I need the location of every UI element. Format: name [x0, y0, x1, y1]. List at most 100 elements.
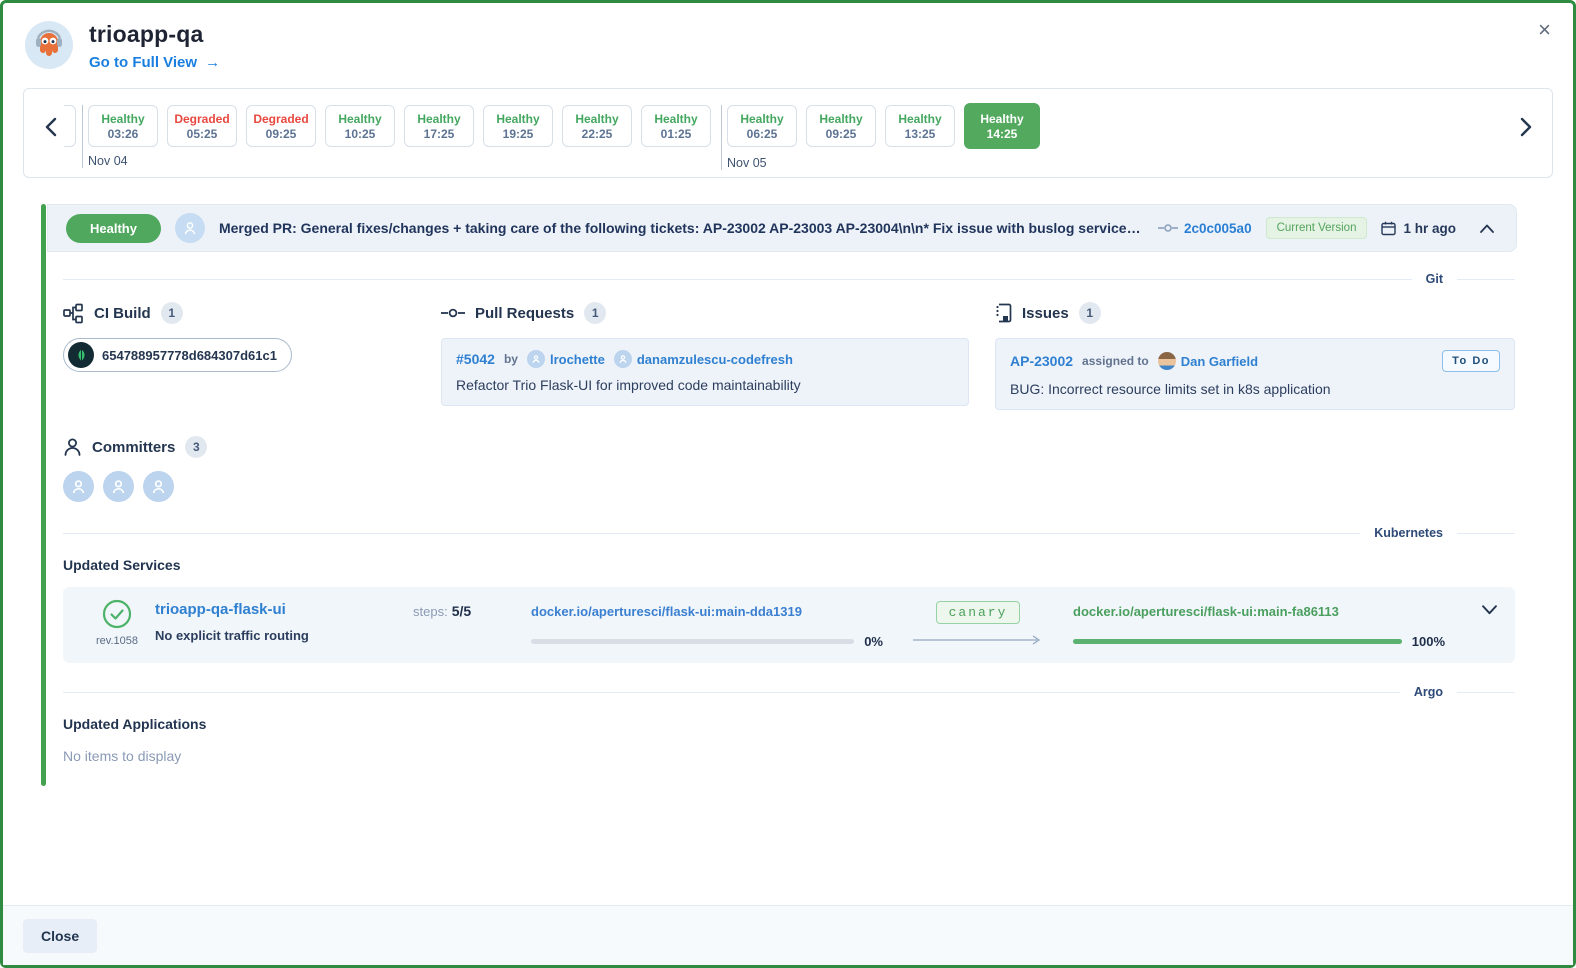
assignee-link[interactable]: Dan Garfield [1158, 352, 1258, 370]
commit-icon [441, 307, 465, 319]
empty-state-text: No items to display [63, 748, 1515, 764]
issues-section: Issues 1 AP-23002 assigned to Dan Garfie… [995, 302, 1515, 410]
committer-avatar [175, 213, 205, 243]
user-icon [150, 478, 167, 495]
chevron-up-icon [1480, 224, 1494, 233]
canary-strategy-badge: canary [936, 601, 1021, 624]
pipeline-icon [63, 303, 84, 324]
current-version-badge: Current Version [1266, 217, 1368, 239]
issues-count: 1 [1079, 302, 1101, 324]
timeline-prev-button[interactable] [38, 115, 62, 139]
user-icon [110, 478, 127, 495]
argo-section-label: Argo [1414, 685, 1443, 699]
updated-services-heading: Updated Services [63, 557, 1515, 573]
author-avatar [614, 350, 632, 368]
commit-message: Merged PR: General fixes/changes + takin… [219, 220, 1144, 236]
commit-hash-link[interactable]: 2c0c005a0 [1184, 221, 1252, 236]
ci-build-chip[interactable]: 654788957778d684307d61c1 [63, 338, 292, 372]
issues-label: Issues [1022, 305, 1069, 322]
from-progress-percent: 0% [864, 634, 883, 649]
user-icon [182, 220, 198, 236]
close-icon[interactable]: × [1538, 19, 1551, 41]
chevron-right-icon [1520, 117, 1533, 137]
timeline-status-card[interactable]: Healthy 22:25 [562, 105, 632, 147]
kubernetes-section-divider: Kubernetes [63, 526, 1515, 540]
timeline-status-card[interactable]: Healthy 06:25 [727, 105, 797, 147]
timeline-status-card[interactable]: Healthy 03:26 [88, 105, 158, 147]
health-status-badge: Healthy [66, 214, 161, 243]
timeline-status-card[interactable]: Degraded 09:25 [246, 105, 316, 147]
chevron-down-icon [1482, 605, 1497, 615]
service-expand-button[interactable] [1482, 599, 1497, 615]
committer-avatar[interactable] [143, 471, 174, 502]
timeline-status-card[interactable]: Healthy 19:25 [483, 105, 553, 147]
release-status-bar: Healthy Merged PR: General fixes/changes… [47, 204, 1517, 252]
from-image-link[interactable]: docker.io/aperturesci/flask-ui:main-dda1… [531, 604, 802, 619]
timeline-status-card[interactable]: Healthy 17:25 [404, 105, 474, 147]
timeline-status-card[interactable]: Healthy 13:25 [885, 105, 955, 147]
user-icon [70, 478, 87, 495]
timeline-group-nov04: Healthy 03:26 Degraded 05:25 Degraded 09… [82, 105, 711, 168]
service-routing: No explicit traffic routing [155, 628, 413, 643]
committer-avatar[interactable] [63, 471, 94, 502]
full-view-link[interactable]: Go to Full View → [89, 54, 220, 71]
committers-count: 3 [185, 436, 207, 458]
timeline-next-button[interactable] [1514, 115, 1538, 139]
codefresh-logo-icon [68, 342, 94, 368]
timeline-status-card[interactable]: Degraded 05:25 [167, 105, 237, 147]
kubernetes-section-label: Kubernetes [1374, 526, 1443, 540]
ci-build-count: 1 [161, 302, 183, 324]
release-time: 1 hr ago [1381, 221, 1456, 236]
timeline-status-card[interactable]: Healthy 01:25 [641, 105, 711, 147]
issue-card[interactable]: AP-23002 assigned to Dan Garfield To Do … [995, 338, 1515, 410]
pr-number-link[interactable]: #5042 [456, 351, 495, 367]
page-title: trioapp-qa [89, 21, 220, 48]
environment-avatar [25, 21, 73, 69]
service-steps: steps:5/5 [413, 599, 531, 619]
timeline-date-label: Nov 05 [727, 156, 1040, 170]
issue-title: BUG: Incorrect resource limits set in k8… [1010, 381, 1500, 397]
chevron-left-icon [44, 117, 57, 137]
service-revision: rev.1058 [96, 635, 138, 647]
git-section-divider: Git [63, 272, 1515, 286]
close-button[interactable]: Close [23, 919, 97, 953]
timeline-status-card-selected[interactable]: Healthy 14:25 [964, 103, 1040, 149]
pr-title: Refactor Trio Flask-UI for improved code… [456, 377, 954, 393]
to-image-block: docker.io/aperturesci/flask-ui:main-fa86… [1073, 599, 1445, 649]
arrow-right-icon: → [205, 54, 220, 71]
committer-avatar[interactable] [103, 471, 134, 502]
pr-author-link[interactable]: danamzulescu-codefresh [614, 350, 793, 368]
argo-section-divider: Argo [63, 685, 1515, 699]
pr-author-link[interactable]: lrochette [527, 350, 605, 368]
from-progress-bar [531, 639, 854, 644]
user-icon [618, 354, 628, 364]
user-icon [531, 354, 541, 364]
committers-label: Committers [92, 439, 175, 456]
assignee-avatar [1158, 352, 1176, 370]
pr-by-label: by [504, 352, 518, 366]
timeline-card-clipped [64, 105, 76, 147]
rollout-strategy: canary [883, 599, 1073, 646]
build-id: 654788957778d684307d61c1 [102, 348, 277, 363]
to-progress-percent: 100% [1412, 634, 1445, 649]
issue-id-link[interactable]: AP-23002 [1010, 353, 1073, 369]
calendar-icon [1381, 221, 1396, 236]
service-row: rev.1058 trioapp-qa-flask-ui No explicit… [63, 587, 1515, 663]
timeline-status-card[interactable]: Healthy 09:25 [806, 105, 876, 147]
updated-applications-heading: Updated Applications [63, 716, 1515, 732]
service-name-link[interactable]: trioapp-qa-flask-ui [155, 601, 286, 618]
service-status: rev.1058 [79, 599, 155, 647]
committers-section: Committers 3 [63, 436, 1515, 502]
modal-footer: Close [3, 905, 1573, 965]
to-progress-bar [1073, 639, 1402, 644]
octopus-mascot-icon [32, 28, 66, 62]
issue-status-badge: To Do [1442, 350, 1500, 372]
rollout-arrow-icon [913, 634, 1043, 646]
healthy-check-icon [102, 599, 132, 629]
to-image-link[interactable]: docker.io/aperturesci/flask-ui:main-fa86… [1073, 604, 1339, 619]
author-avatar [527, 350, 545, 368]
timeline-status-card[interactable]: Healthy 10:25 [325, 105, 395, 147]
collapse-button[interactable] [1480, 224, 1494, 233]
ci-build-label: CI Build [94, 305, 151, 322]
pull-request-card[interactable]: #5042 by lrochette danamzul [441, 338, 969, 406]
